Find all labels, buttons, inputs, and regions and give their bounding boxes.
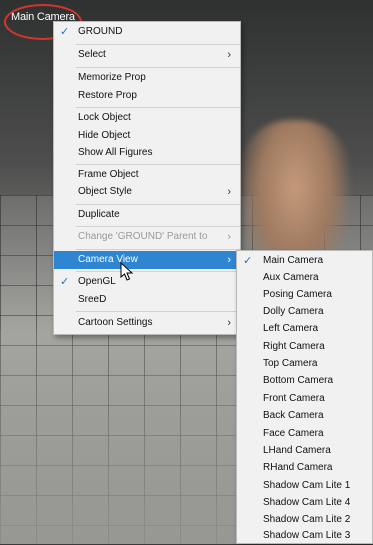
menu-item-duplicate[interactable]: Duplicate (54, 206, 240, 224)
submenu-item-main-camera[interactable]: ✓ Main Camera (237, 252, 372, 270)
menu-separator (76, 67, 240, 68)
menu-item-label: Frame Object (78, 169, 139, 180)
menu-item-object-style[interactable]: Object Style › (54, 183, 240, 201)
submenu-item-label: RHand Camera (263, 462, 333, 473)
menu-item-select[interactable]: Select › (54, 46, 240, 64)
menu-separator (76, 107, 240, 108)
submenu-item-label: Shadow Cam Lite 3 (263, 530, 351, 541)
menu-item-label: Duplicate (78, 209, 120, 220)
menu-item-lock-object[interactable]: Lock Object (54, 109, 240, 127)
context-menu: ✓ GROUND Select › Memorize Prop Restore … (53, 21, 241, 335)
submenu-item-top-camera[interactable]: Top Camera (237, 355, 372, 373)
menu-item-frame-object[interactable]: Frame Object (54, 166, 240, 184)
menu-item-opengl[interactable]: ✓ OpenGL (54, 273, 240, 291)
submenu-item-label: Posing Camera (263, 289, 332, 300)
menu-item-label: Hide Object (78, 130, 131, 141)
submenu-item-rhand-camera[interactable]: RHand Camera (237, 459, 372, 477)
submenu-item-posing-camera[interactable]: Posing Camera (237, 286, 372, 304)
submenu-item-label: Top Camera (263, 358, 318, 369)
submenu-item-shadow-cam-lite-3[interactable]: Shadow Cam Lite 3 (237, 527, 372, 545)
menu-separator (76, 204, 240, 205)
submenu-item-label: Face Camera (263, 428, 324, 439)
menu-item-show-all-figures[interactable]: Show All Figures (54, 144, 240, 162)
menu-item-camera-view[interactable]: Camera View › (54, 251, 240, 269)
menu-item-restore-prop[interactable]: Restore Prop (54, 87, 240, 105)
menu-item-label: Cartoon Settings (78, 317, 153, 328)
submenu-item-label: Shadow Cam Lite 4 (263, 497, 351, 508)
menu-separator (76, 226, 240, 227)
submenu-item-right-camera[interactable]: Right Camera (237, 338, 372, 356)
menu-item-label: SreeD (78, 294, 107, 305)
submenu-item-label: Left Camera (263, 323, 319, 334)
submenu-item-left-camera[interactable]: Left Camera (237, 320, 372, 338)
check-icon: ✓ (243, 255, 253, 267)
menu-separator (76, 164, 240, 165)
menu-item-label: GROUND (78, 26, 123, 37)
submenu-item-label: Dolly Camera (263, 306, 324, 317)
submenu-item-label: Back Camera (263, 410, 324, 421)
chevron-right-icon: › (227, 317, 231, 329)
menu-item-cartoon-settings[interactable]: Cartoon Settings › (54, 314, 240, 332)
submenu-item-face-camera[interactable]: Face Camera (237, 425, 372, 443)
camera-view-submenu: ✓ Main Camera Aux Camera Posing Camera D… (236, 250, 373, 544)
submenu-item-aux-camera[interactable]: Aux Camera (237, 269, 372, 287)
submenu-item-label: Front Camera (263, 393, 325, 404)
menu-separator (76, 44, 240, 45)
submenu-item-label: Bottom Camera (263, 375, 334, 386)
menu-item-sreed[interactable]: SreeD (54, 291, 240, 309)
submenu-item-dolly-camera[interactable]: Dolly Camera (237, 303, 372, 321)
menu-separator (76, 311, 240, 312)
chevron-right-icon: › (227, 186, 231, 198)
chevron-right-icon: › (227, 49, 231, 61)
menu-item-label: Restore Prop (78, 90, 137, 101)
menu-item-label: Object Style (78, 186, 132, 197)
menu-item-label: Select (78, 49, 106, 60)
submenu-item-back-camera[interactable]: Back Camera (237, 407, 372, 425)
menu-item-change-parent: Change 'GROUND' Parent to › (54, 228, 240, 246)
menu-item-memorize-prop[interactable]: Memorize Prop (54, 69, 240, 87)
submenu-item-shadow-cam-lite-1[interactable]: Shadow Cam Lite 1 (237, 477, 372, 495)
menu-item-label: Memorize Prop (78, 72, 146, 83)
chevron-right-icon: › (227, 254, 231, 266)
submenu-item-label: Right Camera (263, 341, 325, 352)
submenu-item-label: Aux Camera (263, 272, 319, 283)
chevron-right-icon: › (227, 231, 231, 243)
menu-separator (76, 271, 240, 272)
submenu-item-label: LHand Camera (263, 445, 331, 456)
menu-item-label: Show All Figures (78, 147, 153, 158)
menu-item-label: Lock Object (78, 112, 131, 123)
check-icon: ✓ (60, 276, 70, 288)
submenu-item-shadow-cam-lite-4[interactable]: Shadow Cam Lite 4 (237, 494, 372, 512)
check-icon: ✓ (60, 26, 70, 38)
menu-item-hide-object[interactable]: Hide Object (54, 127, 240, 145)
menu-item-ground[interactable]: ✓ GROUND (54, 23, 240, 41)
submenu-item-label: Shadow Cam Lite 1 (263, 480, 351, 491)
menu-item-label: OpenGL (78, 276, 116, 287)
submenu-item-label: Main Camera (263, 255, 324, 266)
menu-item-label: Change 'GROUND' Parent to (78, 231, 208, 242)
menu-separator (76, 249, 240, 250)
submenu-item-bottom-camera[interactable]: Bottom Camera (237, 372, 372, 390)
mouse-pointer-icon (120, 262, 134, 281)
submenu-item-front-camera[interactable]: Front Camera (237, 390, 372, 408)
submenu-item-lhand-camera[interactable]: LHand Camera (237, 442, 372, 460)
